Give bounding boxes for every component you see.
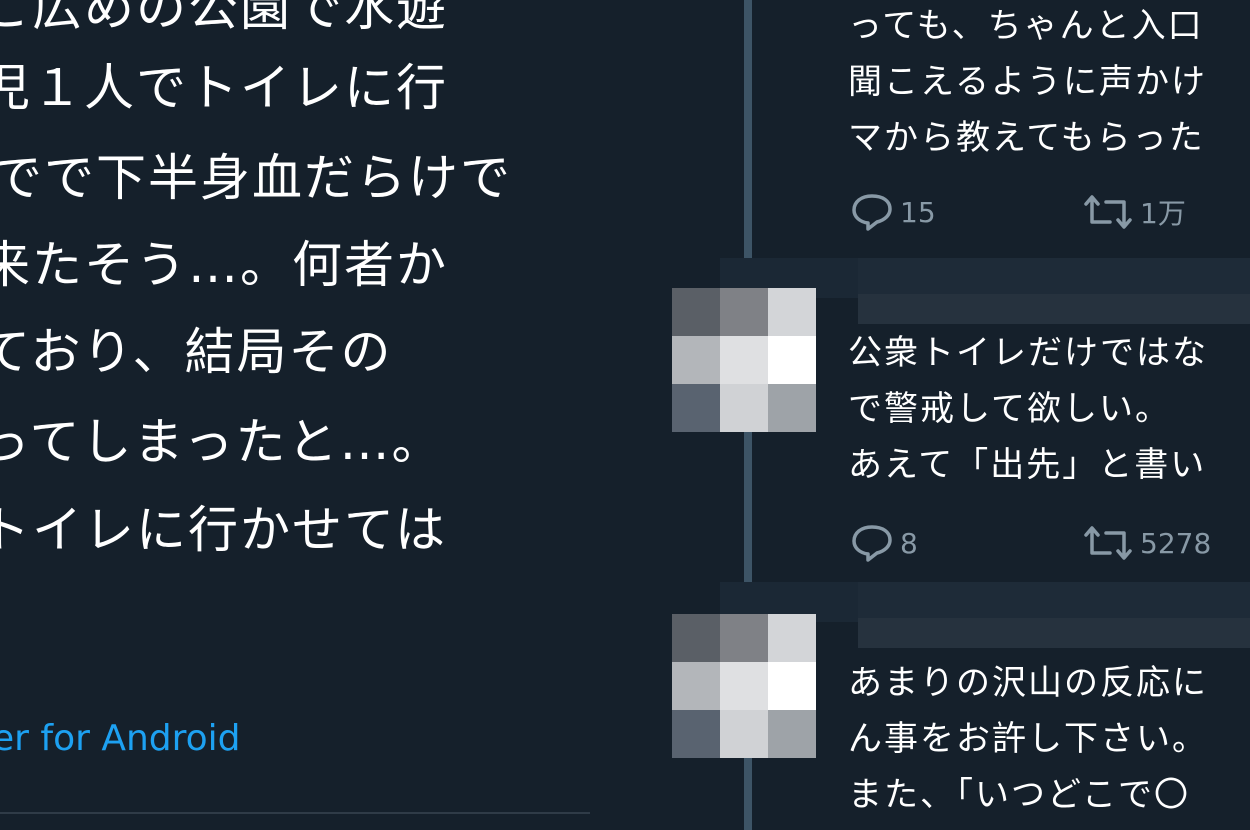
reply-button[interactable]: 15	[850, 192, 936, 232]
tweet-text-line: トイレに行かせては	[0, 501, 447, 559]
reply-button[interactable]: 8	[850, 523, 918, 563]
reply-count: 15	[900, 195, 936, 229]
tweet-text-line: までで下半身血だらけで	[0, 149, 512, 207]
pixelated-handle	[858, 618, 1250, 648]
reply-text-line: また、「いつどこで〇	[848, 775, 1190, 815]
reply-text-line: あまりの沢山の反応に	[848, 663, 1208, 703]
tweet-text-line: ってしまったと…。	[0, 413, 444, 471]
main-tweet: こ広めの公園で水遊 児１人でトイレに行 までで下半身血だらけで 来たそう…。何者…	[0, 0, 600, 830]
divider	[0, 812, 590, 814]
retweet-count: 1万	[1140, 197, 1186, 230]
retweet-button[interactable]: 1万	[1080, 192, 1186, 232]
pixelated-username	[858, 258, 1250, 298]
retweet-icon	[1084, 195, 1132, 229]
reply-text-line: ん事をお許し下さい。	[848, 719, 1208, 759]
reply-text-line: で警戒して欲しい。	[848, 389, 1171, 429]
reply-text-line: 聞こえるように声かけ	[848, 62, 1207, 102]
tweet-text-line: 児１人でトイレに行	[0, 59, 448, 117]
tweet-text-line: こ広めの公園で水遊	[0, 0, 448, 37]
reply-text-line: っても、ちゃんと入口	[848, 6, 1204, 46]
pixelated-username	[858, 582, 1250, 622]
tweet-text-line: 来たそう…。何者か	[0, 236, 448, 294]
reply-count: 8	[900, 526, 918, 560]
retweet-icon	[1084, 526, 1132, 560]
pixelated-handle	[858, 294, 1250, 324]
tweet-source-link[interactable]: er for Android	[0, 718, 241, 759]
reply-text-line: 公衆トイレだけではな	[848, 333, 1208, 373]
avatar[interactable]	[672, 614, 816, 758]
replies-column: っても、ちゃんと入口 聞こえるように声かけ マから教えてもらった 15 1万 公…	[600, 0, 1250, 830]
reply-text-line: あえて「出先」と書い	[848, 445, 1207, 485]
reply-text-line: マから教えてもらった	[848, 118, 1205, 158]
tweet-text-line: ており、結局その	[0, 323, 393, 381]
avatar[interactable]	[672, 288, 816, 432]
retweet-button[interactable]: 5278	[1080, 523, 1211, 563]
reply-bubble-icon	[852, 194, 892, 231]
reply-bubble-icon	[852, 525, 892, 562]
retweet-count: 5278	[1140, 526, 1212, 560]
